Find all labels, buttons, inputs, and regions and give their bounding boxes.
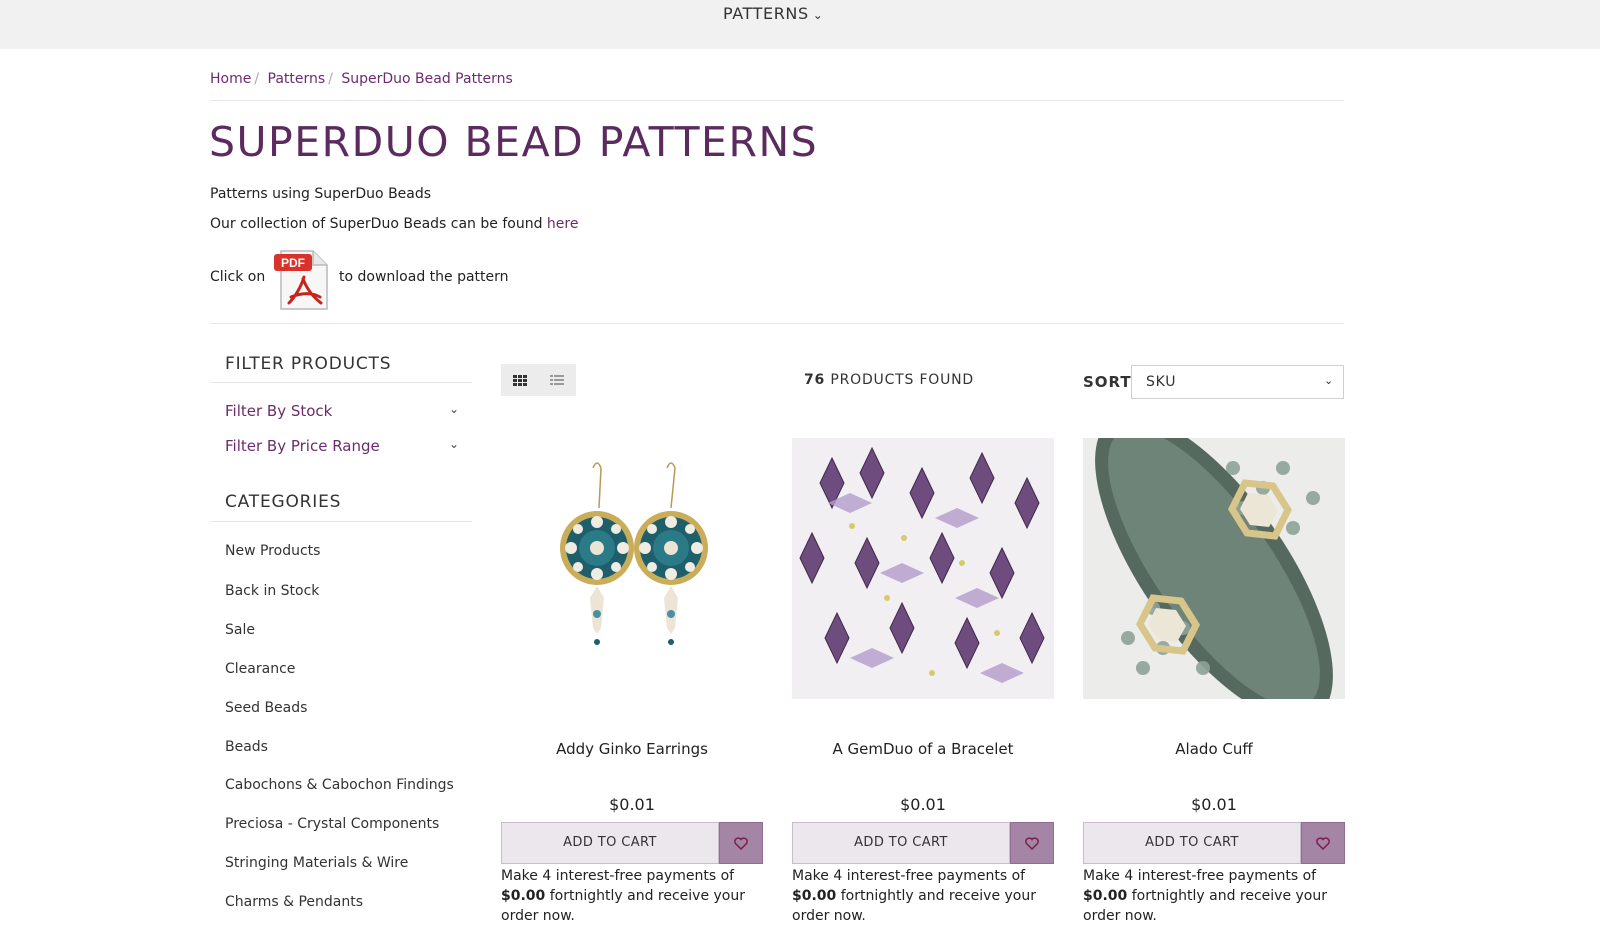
- category-back-in-stock[interactable]: Back in Stock: [225, 583, 319, 599]
- list-view-icon[interactable]: [549, 372, 565, 388]
- afterpay-info: Make 4 interest-free payments of $0.00 f…: [792, 866, 1054, 926]
- category-preciosa-crystal[interactable]: Preciosa - Crystal Components: [225, 816, 439, 832]
- heart-icon: [1025, 837, 1039, 850]
- breadcrumb-home[interactable]: Home: [210, 71, 251, 87]
- product-name[interactable]: A GemDuo of a Bracelet: [792, 740, 1054, 758]
- breadcrumb-current[interactable]: SuperDuo Bead Patterns: [341, 71, 512, 87]
- add-to-cart-button[interactable]: ADD TO CART: [1083, 822, 1301, 864]
- sort-label: SORT: [1083, 373, 1132, 391]
- chevron-down-icon: ⌄: [812, 8, 824, 22]
- products-found-count: 76 PRODUCTS FOUND: [804, 372, 974, 388]
- filter-by-stock[interactable]: Filter By Stock ⌄: [225, 402, 459, 420]
- product-name[interactable]: Addy Ginko Earrings: [501, 740, 763, 758]
- pdf-label: PDF: [281, 256, 305, 270]
- divider: [210, 521, 472, 522]
- heart-icon: [1316, 837, 1330, 850]
- category-beads[interactable]: Beads: [225, 739, 268, 755]
- category-clearance[interactable]: Clearance: [225, 661, 295, 677]
- product-price: $0.01: [900, 795, 946, 814]
- add-to-cart-button[interactable]: ADD TO CART: [792, 822, 1010, 864]
- chevron-down-icon: ⌄: [448, 402, 459, 416]
- product-image-gemduo-bracelet[interactable]: [792, 438, 1054, 699]
- nav-patterns-menu[interactable]: PATTERNS ⌄: [723, 4, 823, 23]
- product-image-addy-ginko-earrings[interactable]: [501, 438, 763, 699]
- add-to-cart-button[interactable]: ADD TO CART: [501, 822, 719, 864]
- chevron-down-icon: ⌄: [448, 437, 459, 451]
- products-found-label: PRODUCTS FOUND: [830, 372, 975, 388]
- chevron-down-icon: ⌄: [1323, 374, 1334, 387]
- categories-heading: CATEGORIES: [225, 492, 342, 512]
- pdf-icon: PDF: [273, 245, 333, 313]
- page-title: SUPERDUO BEAD PATTERNS: [209, 118, 819, 166]
- afterpay-amount: $0.00: [792, 888, 837, 904]
- breadcrumb: Home / Patterns / SuperDuo Bead Patterns: [210, 71, 513, 87]
- view-toggle: [501, 364, 576, 396]
- product-price: $0.01: [609, 795, 655, 814]
- breadcrumb-patterns[interactable]: Patterns: [268, 71, 326, 87]
- category-charms-pendants[interactable]: Charms & Pendants: [225, 894, 363, 910]
- intro-collection-text: Our collection of SuperDuo Beads can be …: [210, 216, 543, 232]
- filter-products-heading: FILTER PRODUCTS: [225, 354, 392, 374]
- afterpay-info: Make 4 interest-free payments of $0.00 f…: [501, 866, 763, 926]
- category-sale[interactable]: Sale: [225, 622, 255, 638]
- afterpay-amount: $0.00: [501, 888, 546, 904]
- product-price: $0.01: [1191, 795, 1237, 814]
- heart-icon: [734, 837, 748, 850]
- wishlist-button[interactable]: [1010, 822, 1054, 864]
- product-image-alado-cuff[interactable]: [1083, 438, 1345, 699]
- filter-by-price-range[interactable]: Filter By Price Range ⌄: [225, 437, 459, 455]
- grid-view-icon[interactable]: [512, 372, 528, 388]
- divider: [210, 100, 1344, 101]
- products-count: 76: [804, 372, 826, 388]
- afterpay-info: Make 4 interest-free payments of $0.00 f…: [1083, 866, 1345, 926]
- wishlist-button[interactable]: [719, 822, 763, 864]
- top-nav-bar: PATTERNS ⌄: [0, 0, 1600, 49]
- sort-value: SKU: [1146, 374, 1177, 390]
- wishlist-button[interactable]: [1301, 822, 1345, 864]
- afterpay-prefix: Make 4 interest-free payments of: [792, 868, 1026, 884]
- breadcrumb-separator: /: [254, 71, 260, 87]
- intro-download-suffix: to download the pattern: [339, 269, 509, 285]
- afterpay-amount: $0.00: [1083, 888, 1128, 904]
- afterpay-prefix: Make 4 interest-free payments of: [501, 868, 735, 884]
- category-stringing-materials[interactable]: Stringing Materials & Wire: [225, 855, 408, 871]
- category-cabochons[interactable]: Cabochons & Cabochon Findings: [225, 777, 454, 793]
- divider: [210, 323, 1344, 324]
- product-name[interactable]: Alado Cuff: [1083, 740, 1345, 758]
- superduo-collection-link[interactable]: here: [547, 216, 579, 232]
- afterpay-prefix: Make 4 interest-free payments of: [1083, 868, 1317, 884]
- intro-line: Patterns using SuperDuo Beads: [210, 186, 432, 202]
- category-seed-beads[interactable]: Seed Beads: [225, 700, 307, 716]
- filter-label: Filter By Price Range: [225, 437, 380, 455]
- nav-patterns-label: PATTERNS: [723, 4, 809, 23]
- category-new-products[interactable]: New Products: [225, 543, 320, 559]
- intro-download-prefix: Click on: [210, 269, 266, 285]
- breadcrumb-separator: /: [328, 71, 333, 87]
- sort-select[interactable]: SKU ⌄: [1131, 365, 1344, 399]
- intro-collection-line: Our collection of SuperDuo Beads can be …: [210, 216, 578, 232]
- filter-label: Filter By Stock: [225, 402, 333, 420]
- divider: [210, 382, 472, 383]
